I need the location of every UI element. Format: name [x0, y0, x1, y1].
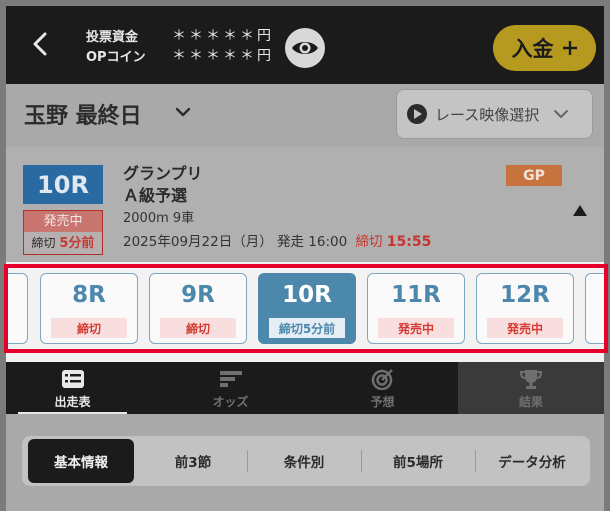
race-card-status: 発売中	[487, 318, 563, 338]
deadline-remaining: 締切 5分前	[24, 232, 102, 255]
chevron-down-icon	[554, 110, 569, 118]
op-coin-value: ＊＊＊＊＊円	[172, 48, 274, 64]
race-card-number: 9R	[181, 282, 215, 308]
race-card-12r[interactable]: 12R 発売中	[476, 273, 574, 344]
tab-label: 予想	[370, 395, 395, 409]
race-card-number: 12R	[500, 282, 550, 308]
header-bar: 投票資金 ＊＊＊＊＊円 OPコイン ＊＊＊＊＊円 入金	[6, 6, 604, 84]
target-icon	[371, 369, 393, 390]
trophy-icon	[519, 370, 543, 389]
collapse-triangle-icon[interactable]	[573, 205, 587, 216]
toggle-balance-button[interactable]	[285, 28, 325, 68]
deposit-button[interactable]: 入金	[493, 25, 596, 71]
list-icon	[61, 370, 84, 388]
race-card-9r[interactable]: 9R 締切	[149, 273, 247, 344]
sub-tab-area: 基本情報 前3節 条件別 前5場所 データ分析	[6, 414, 604, 511]
race-date: 2025年09月22日（月） 発走 16:00	[123, 234, 348, 250]
funds-value: ＊＊＊＊＊円	[172, 28, 274, 44]
tab-label: 結果	[518, 395, 543, 409]
race-video-label: レース映像選択	[435, 105, 540, 124]
race-card-number: 8R	[72, 282, 106, 308]
deadline-time: 15:55	[386, 234, 432, 250]
deposit-label: 入金	[511, 37, 554, 61]
subtab-last-5-venues[interactable]: 前5場所	[362, 439, 474, 483]
race-card-11r[interactable]: 11R 発売中	[367, 273, 465, 344]
race-schedule: 2025年09月22日（月） 発走 16:00 締切 15:55	[123, 230, 431, 250]
subtab-by-condition[interactable]: 条件別	[248, 439, 360, 483]
race-video-select[interactable]: レース映像選択	[396, 89, 593, 139]
op-coin-label: OPコイン	[86, 50, 146, 65]
tab-entries[interactable]: 出走表	[6, 362, 139, 414]
venue-bar: 玉野 最終日 レース映像選択	[6, 84, 604, 147]
race-card-10r[interactable]: 10R 締切5分前	[258, 273, 356, 344]
sub-tab-bar: 基本情報 前3節 条件別 前5場所 データ分析	[22, 436, 590, 486]
race-screen: 投票資金 ＊＊＊＊＊円 OPコイン ＊＊＊＊＊円 入金 玉野 最終日 レース映像…	[0, 0, 610, 511]
chevron-down-icon[interactable]	[174, 103, 192, 121]
venue-title[interactable]: 玉野 最終日	[24, 98, 142, 130]
race-card-prev[interactable]	[6, 273, 28, 344]
funds-label: 投票資金	[86, 30, 139, 45]
subtab-last-3[interactable]: 前3節	[140, 439, 246, 483]
subtab-data-analysis[interactable]: データ分析	[476, 439, 588, 483]
tab-label: 出走表	[54, 395, 91, 409]
tab-label: オッズ	[212, 395, 249, 409]
race-name-line1: グランプリ	[123, 164, 203, 183]
sale-status: 発売中	[24, 211, 102, 232]
back-arrow-icon[interactable]	[30, 32, 50, 56]
deadline-status-label: 締切	[31, 236, 56, 250]
race-distance: 2000m 9車	[123, 211, 195, 226]
race-info-panel: 10R 発売中 締切 5分前 グランプリ Ａ級予選 2000m 9車 2025年…	[6, 147, 604, 262]
race-card-number: 11R	[391, 282, 441, 308]
tab-results[interactable]: 結果	[458, 362, 604, 414]
subtab-basic-info[interactable]: 基本情報	[28, 439, 134, 483]
race-status-box: 発売中 締切 5分前	[23, 210, 103, 255]
grade-badge: GP	[506, 165, 562, 186]
race-card-next[interactable]	[585, 273, 604, 344]
race-card-status: 発売中	[378, 318, 454, 338]
race-card-8r[interactable]: 8R 締切	[40, 273, 138, 344]
race-card-status: 締切	[51, 318, 127, 338]
deadline-remaining-value: 5分前	[59, 236, 95, 251]
race-card-status: 締切5分前	[269, 318, 345, 338]
main-tab-bar: 出走表 オッズ 予想 結果	[6, 362, 604, 414]
race-card-number: 10R	[282, 282, 332, 308]
race-number-badge: 10R	[23, 165, 103, 204]
race-selector-strip: 8R 締切 9R 締切 10R 締切5分前 11R 発売中 12R 発売中	[6, 262, 604, 362]
tab-prediction[interactable]: 予想	[316, 362, 449, 414]
tab-odds[interactable]: オッズ	[164, 362, 297, 414]
plus-icon	[562, 41, 577, 55]
race-card-status: 締切	[160, 318, 236, 338]
race-name-line2: Ａ級予選	[123, 186, 188, 205]
race-name: グランプリ Ａ級予選	[123, 163, 203, 207]
bar-chart-icon	[219, 371, 242, 387]
deadline-label: 締切	[355, 234, 383, 250]
eye-icon	[292, 42, 318, 54]
play-icon	[407, 104, 427, 124]
